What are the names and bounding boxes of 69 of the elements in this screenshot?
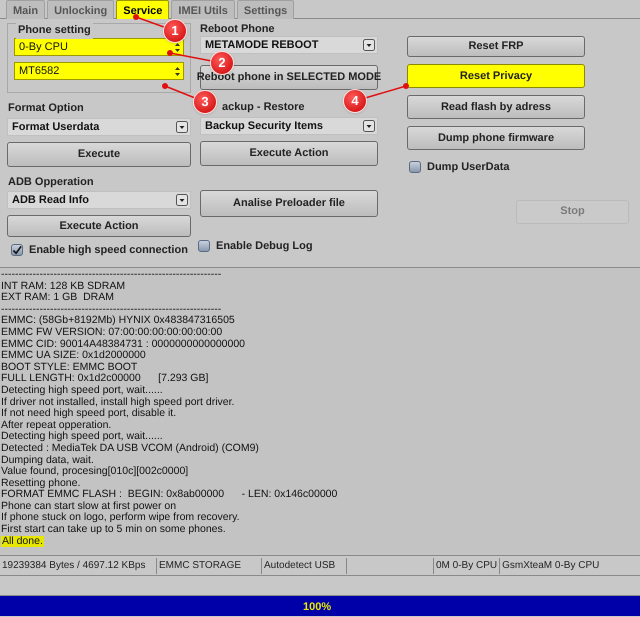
log-line: Detecting high speed port, wait...... [1,384,163,397]
checkbox-label: Enable high speed connection [29,243,188,258]
log-line: If phone stuck on logo, perform wipe from recovery. [1,512,240,524]
status-text: 0M 0-By CPU [433,558,500,574]
annotation-marker: 4 [343,89,367,113]
log-line: --------------------------------------------------------------- [1,269,222,281]
log-line: EMMC CID: 90014A48384731 : 0000000000000000 [1,338,246,350]
log-line: Detecting high speed port, wait...... [1,431,163,443]
group-title: Phone setting [16,22,93,38]
tab[interactable]: Service [116,0,170,19]
tab[interactable]: IMEI Utils [171,0,235,19]
tab[interactable]: Unlocking [47,0,114,19]
dropdown-icon [176,194,188,206]
checkbox[interactable] [409,161,421,174]
section-label: ADB Opperation [8,176,95,188]
section-label: ackup - Restore [222,101,306,113]
checkbox[interactable] [11,244,23,256]
log-line: Detected : MediaTek DA USB VCOM (Android) (COM9) [1,442,259,454]
status-text: GsmXteaM 0-By CPU [499,558,602,574]
log-line: EMMC: (58Gb+8192Mb) HYNIX 0x483847316505 [1,315,235,327]
action-button[interactable]: Reset Privacy [407,64,585,88]
log-line: After repeat opperation. [1,420,112,431]
log-line: EMMC UA SIZE: 0x1d2000000 [1,350,146,362]
log-line: EXT RAM: 1 GB DRAM [1,292,114,304]
dropdown-icon [363,120,375,132]
dropdown-icon [176,121,188,133]
checkmark-icon [12,244,22,256]
tab[interactable]: Settings [236,0,294,19]
section-label: Format Option [8,102,85,114]
log-line: First start can take up to 5 min on some phones. [1,524,226,536]
action-button[interactable]: Execute Action [7,215,191,237]
log-line: Value found, procesing[010c][002c0000] [1,466,188,478]
log-line: FULL LENGTH: 0x1d2c00000 [7.293 GB] [1,373,208,385]
annotation-marker: 1 [163,19,187,43]
spinner-icon [174,66,181,76]
log-line: Dumping data, wait. [1,454,94,466]
select-field[interactable]: Format Userdata [7,118,191,136]
status-text: Autodetect USB [261,558,346,574]
spinner-icon [174,42,181,52]
checkbox-label: Dump UserData [427,160,510,175]
checkbox-label: Enable Debug Log [216,239,313,254]
log-line: Phone can start slow at first power on [1,500,176,512]
select-field[interactable]: ADB Read Info [7,191,191,209]
action-button[interactable]: Dump phone firmware [407,126,585,150]
log-line: If driver not installed, install high speed port driver. [1,396,234,408]
dropdown-icon [363,39,375,51]
annotation-marker: 3 [193,90,217,114]
action-button[interactable]: Execute Action [200,141,378,166]
tab[interactable]: Main [6,0,46,19]
section-label: Reboot Phone [200,23,276,35]
action-button[interactable]: Reset FRP [407,36,585,57]
select-field[interactable]: Backup Security Items [200,117,378,135]
status-text: EMMC STORAGE [156,558,261,574]
log-line: If not need high speed port, disable it. [1,408,176,420]
select-field[interactable]: METAMODE REBOOT [200,36,378,54]
status-text: 19239384 Bytes / 4697.12 KBps [1,558,146,572]
select-field[interactable]: MT6582 [14,62,184,80]
log-line: Resetting phone. [1,478,80,490]
action-button[interactable]: Read flash by adress [407,95,585,119]
select-field[interactable]: 0-By CPU [14,38,184,56]
log-line: FORMAT EMMC FLASH : BEGIN: 0x8ab00000 - LEN: 0x146c00000 [1,489,338,501]
action-button[interactable]: Execute [7,142,191,167]
progress-reading: 100% [303,600,332,615]
log-line: INT RAM: 128 KB SDRAM [1,280,126,292]
action-button[interactable]: Analise Preloader file [200,190,378,217]
log-line: EMMC FW VERSION: 07:00:00:00:00:00:00:00 [1,326,222,339]
log-line: BOOT STYLE: EMMC BOOT [1,362,138,373]
checkbox[interactable] [198,240,210,252]
log-line: --------------------------------------------------------------- [1,304,222,315]
